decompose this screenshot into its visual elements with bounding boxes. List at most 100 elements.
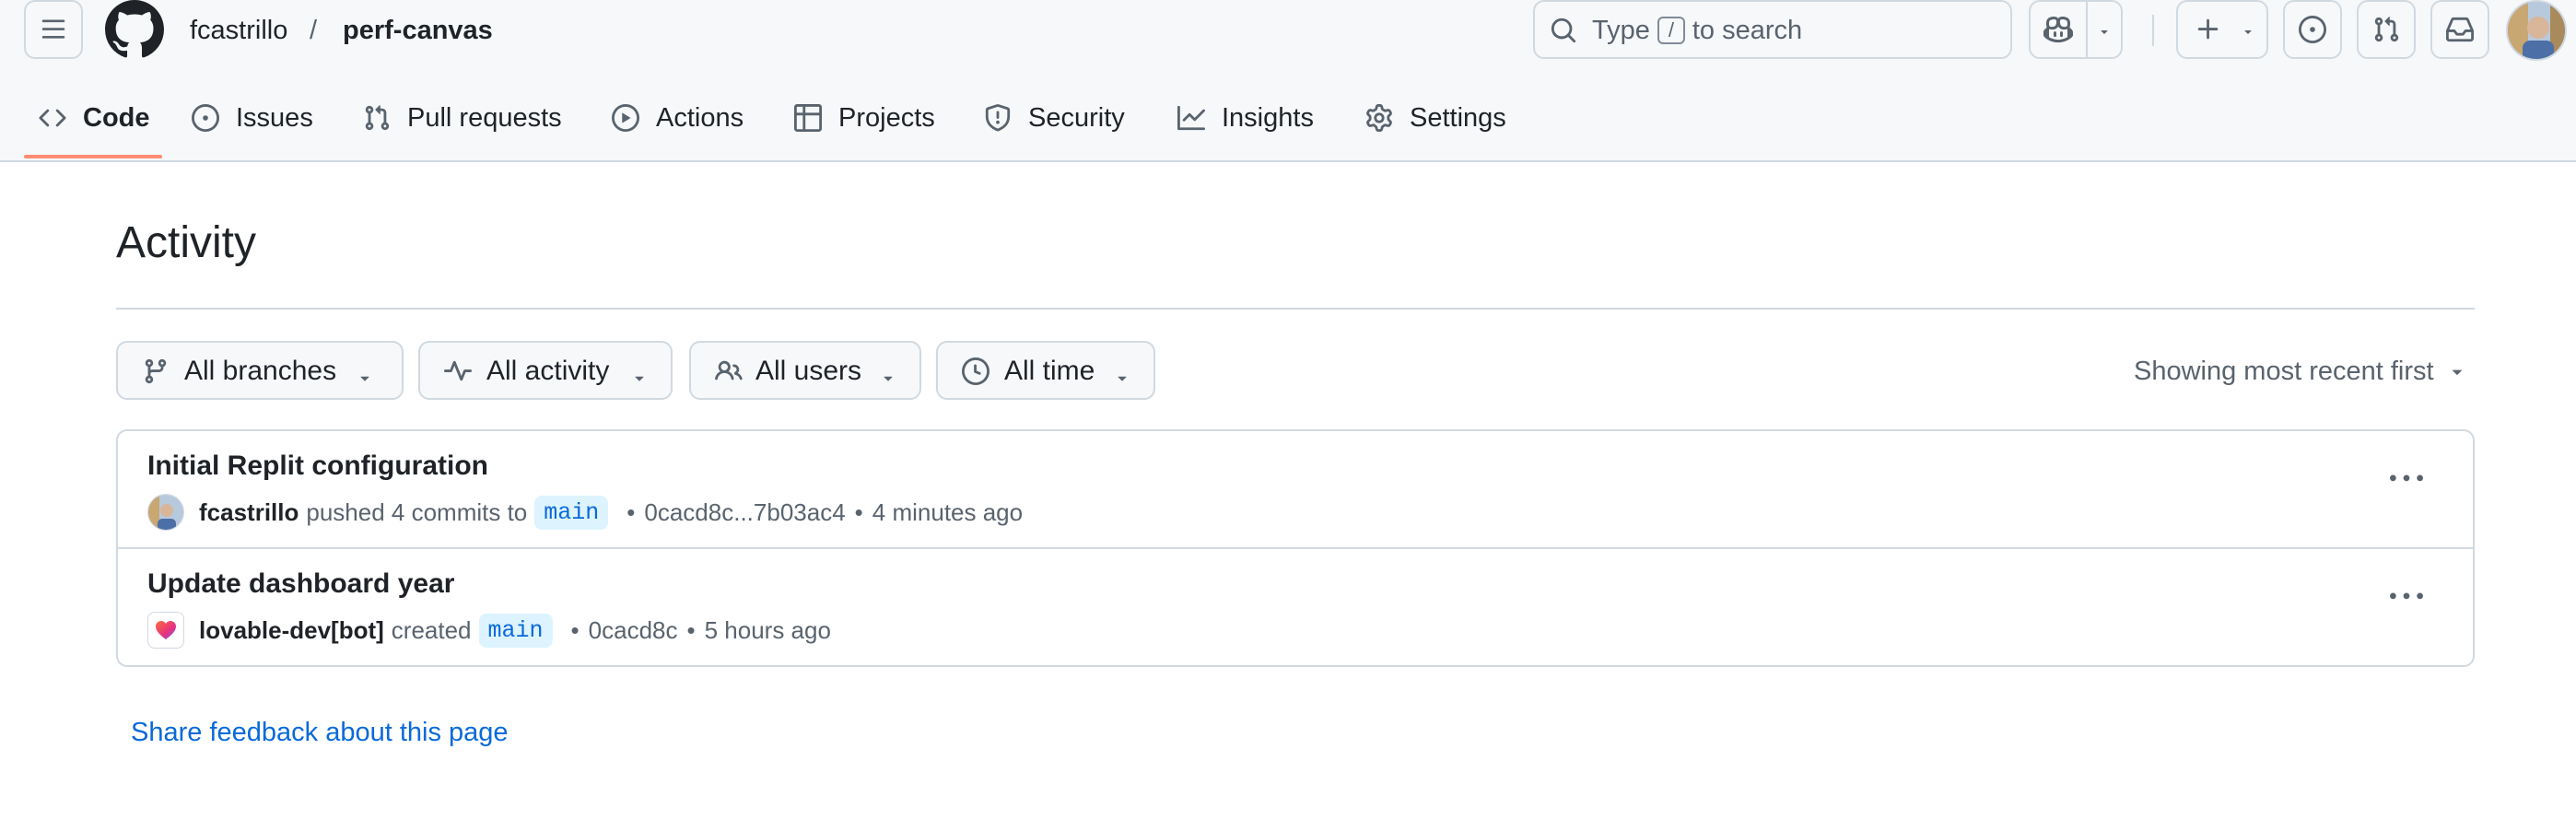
avatar[interactable] — [147, 494, 184, 531]
issues-button[interactable] — [2283, 0, 2342, 59]
gear-icon — [1365, 104, 1410, 132]
tab-pull-requests[interactable]: Pull requests — [363, 96, 562, 140]
activity-meta: lovable-dev[bot] created main • 0cacd8c … — [147, 610, 831, 650]
tab-insights-label: Insights — [1222, 102, 1314, 133]
search-placeholder: Type / to search — [1592, 13, 1802, 48]
shield-icon — [984, 104, 1028, 132]
header-divider — [2152, 15, 2154, 46]
activity-filter-label: All activity — [486, 356, 610, 386]
activity-title[interactable]: Update dashboard year — [147, 566, 454, 603]
page-title: Activity — [116, 218, 257, 267]
tab-code-label: Code — [83, 102, 150, 133]
code-icon — [39, 104, 83, 132]
copilot-icon — [2043, 15, 2073, 44]
users-filter-button[interactable]: All users — [689, 341, 921, 400]
feedback-link[interactable]: Share feedback about this page — [131, 715, 509, 750]
branches-filter-label: All branches — [184, 356, 337, 386]
caret-down-icon — [2434, 361, 2467, 381]
tab-insights[interactable]: Insights — [1177, 96, 1314, 140]
commit-link[interactable]: 0cacd8c — [589, 616, 678, 645]
users-filter-label: All users — [755, 356, 862, 386]
clock-icon — [962, 357, 989, 385]
tab-security[interactable]: Security — [984, 96, 1125, 140]
git-branch-icon — [142, 357, 170, 385]
branch-badge[interactable]: main — [534, 495, 609, 530]
graph-icon — [1177, 104, 1222, 132]
separator-dot: • — [854, 497, 863, 526]
active-tab-indicator — [24, 155, 162, 158]
caret-down-icon — [356, 369, 374, 387]
chevron-down-icon — [2241, 24, 2255, 39]
activity-action: pushed 4 commits to — [306, 497, 528, 526]
copilot-button[interactable] — [2029, 0, 2123, 59]
tab-settings[interactable]: Settings — [1365, 96, 1506, 140]
tab-actions-label: Actions — [656, 102, 744, 133]
tab-projects[interactable]: Projects — [794, 96, 935, 140]
inbox-button[interactable] — [2430, 0, 2489, 59]
activity-time: 5 hours ago — [704, 615, 831, 644]
list-item: Update dashboard year lovable-dev[bot] c… — [118, 547, 2473, 665]
more-options-button[interactable] — [2377, 457, 2436, 501]
git-pull-request-icon — [2372, 16, 2400, 43]
pulse-icon — [444, 357, 472, 385]
separator-dot: • — [570, 615, 580, 644]
hamburger-icon — [41, 17, 66, 42]
kebab-horizontal-icon — [2390, 580, 2423, 614]
tab-actions[interactable]: Actions — [612, 96, 744, 140]
tab-code[interactable]: Code — [39, 96, 150, 140]
repo-header: fcastrillo / perf-canvas Type / to searc… — [0, 0, 2576, 162]
activity-user[interactable]: lovable-dev[bot] — [199, 616, 384, 645]
search-shortcut-key: / — [1657, 17, 1685, 44]
list-item: Initial Replit configuration fcastrillo … — [118, 431, 2473, 547]
time-filter-button[interactable]: All time — [936, 341, 1155, 400]
github-logo[interactable] — [105, 0, 164, 59]
branch-badge[interactable]: main — [478, 613, 553, 648]
title-divider — [116, 308, 2475, 310]
search-icon — [1550, 17, 1577, 44]
issue-opened-icon — [192, 104, 236, 132]
search-input[interactable]: Type / to search — [1533, 0, 2012, 59]
tab-pull-requests-label: Pull requests — [407, 102, 562, 133]
caret-down-icon — [630, 369, 649, 387]
issue-opened-icon — [2299, 16, 2326, 43]
caret-down-icon — [1113, 369, 1131, 387]
tab-security-label: Security — [1028, 102, 1125, 133]
play-icon — [612, 104, 656, 132]
activity-title[interactable]: Initial Replit configuration — [147, 448, 488, 485]
tab-issues-label: Issues — [236, 102, 313, 133]
time-filter-label: All time — [1004, 356, 1095, 386]
activity-time: 4 minutes ago — [872, 497, 1024, 526]
git-pull-request-icon — [363, 104, 407, 132]
breadcrumb-owner[interactable]: fcastrillo — [190, 13, 287, 48]
breadcrumb-separator: / — [310, 16, 318, 45]
commit-range-link[interactable]: 0cacd8c...7b03ac4 — [644, 498, 845, 527]
pull-requests-button[interactable] — [2357, 0, 2416, 59]
activity-list: Initial Replit configuration fcastrillo … — [116, 429, 2475, 667]
search-prefix: Type — [1592, 16, 1650, 45]
activity-meta: fcastrillo pushed 4 commits to main • 0c… — [147, 492, 1023, 533]
more-options-button[interactable] — [2377, 575, 2436, 619]
inbox-icon — [2446, 16, 2474, 43]
plus-icon — [2195, 16, 2222, 43]
menu-button[interactable] — [24, 0, 83, 59]
breadcrumb-repo[interactable]: perf-canvas — [343, 13, 493, 48]
kebab-horizontal-icon — [2390, 462, 2423, 496]
branches-filter-button[interactable]: All branches — [116, 341, 404, 400]
table-icon — [794, 104, 838, 132]
sort-dropdown[interactable]: Showing most recent first — [2134, 354, 2467, 389]
activity-action: created — [391, 615, 472, 644]
tab-projects-label: Projects — [838, 102, 935, 133]
tab-issues[interactable]: Issues — [192, 96, 313, 140]
tab-settings-label: Settings — [1410, 102, 1506, 133]
separator-dot: • — [686, 615, 696, 644]
avatar[interactable] — [147, 612, 184, 649]
create-new-button[interactable] — [2176, 0, 2268, 59]
user-avatar[interactable] — [2506, 0, 2567, 61]
activity-filter-button[interactable]: All activity — [418, 341, 673, 400]
copilot-divider — [2086, 2, 2088, 57]
chevron-down-icon[interactable] — [2097, 24, 2112, 39]
caret-down-icon — [879, 369, 897, 387]
people-icon — [715, 357, 743, 385]
activity-user[interactable]: fcastrillo — [199, 498, 299, 527]
search-suffix: to search — [1692, 16, 1803, 45]
